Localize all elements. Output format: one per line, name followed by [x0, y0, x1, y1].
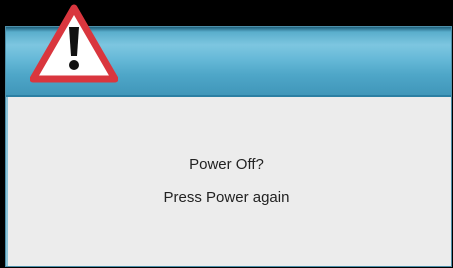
- warning-triangle-icon: [30, 4, 118, 83]
- dialog-body: [6, 97, 451, 266]
- screen: Power Off? Press Power again: [0, 0, 453, 268]
- press-power-again-instruction: Press Power again: [163, 189, 290, 206]
- power-off-question: Power Off?: [189, 156, 264, 173]
